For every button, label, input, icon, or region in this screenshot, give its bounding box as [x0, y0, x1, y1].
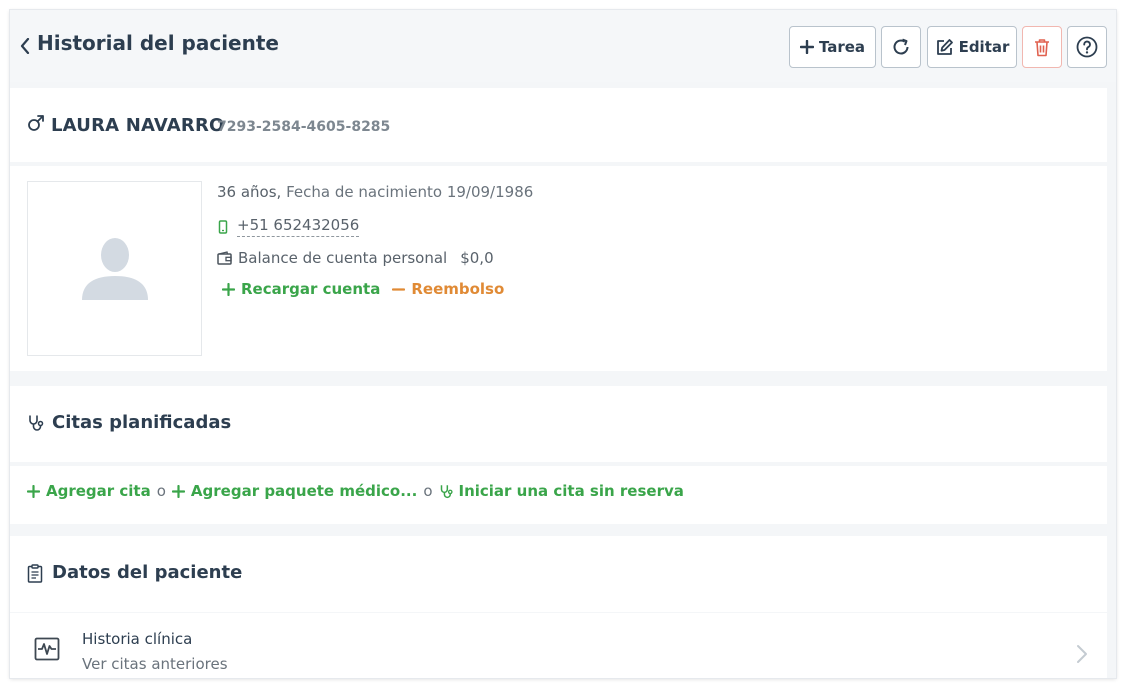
plus-icon [171, 484, 185, 498]
minus-icon [392, 287, 406, 291]
medical-history-subtitle: Ver citas anteriores [82, 655, 228, 673]
patient-name-card: LAURA NAVARRO 7293-2584-4605-8285 [10, 88, 1107, 162]
refund-label: Reembolso [411, 280, 505, 298]
add-appointment-label: Agregar cita [46, 482, 151, 500]
add-task-button[interactable]: Tarea [789, 26, 876, 68]
recharge-account-label: Recargar cuenta [241, 280, 381, 298]
walk-in-appointment-link[interactable]: Iniciar una cita sin reserva [439, 482, 684, 500]
patient-birth-date: Fecha de nacimiento 19/09/1986 [286, 183, 534, 201]
age-birth-line: 36 años, Fecha de nacimiento 19/09/1986 [217, 183, 533, 201]
patient-info-card: 36 años, Fecha de nacimiento 19/09/1986 … [10, 166, 1107, 371]
patient-phone[interactable]: +51 652432056 [237, 216, 360, 237]
patient-name: LAURA NAVARRO [51, 115, 225, 136]
balance-line: Balance de cuenta personal $0,0 [217, 249, 494, 267]
page-header: Historial del paciente Tarea Editar [10, 10, 1116, 82]
delete-button[interactable] [1022, 26, 1062, 68]
back-button[interactable] [18, 36, 32, 56]
balance-value: $0,0 [460, 249, 494, 267]
patient-id: 7293-2584-4605-8285 [217, 119, 391, 135]
mobile-phone-icon [218, 219, 228, 234]
male-gender-icon [28, 115, 44, 131]
refresh-icon [893, 38, 909, 55]
phone-line: +51 652432056 [217, 216, 360, 237]
or-separator: o [423, 482, 433, 500]
wallet-icon [217, 251, 232, 265]
avatar[interactable] [27, 181, 202, 356]
trash-icon [1035, 38, 1049, 56]
help-button[interactable] [1067, 26, 1107, 68]
patient-history-window: Historial del paciente Tarea Editar LAUR… [10, 10, 1116, 678]
recharge-account-button[interactable]: Recargar cuenta [222, 280, 380, 298]
stethoscope-icon [440, 484, 453, 498]
refresh-button[interactable] [881, 26, 921, 68]
medical-history-item[interactable]: Historia clínica Ver citas anteriores [10, 613, 1107, 678]
help-icon [1076, 36, 1098, 58]
balance-actions: Recargar cuenta Reembolso [222, 280, 504, 298]
plus-icon [799, 40, 814, 54]
heart-monitor-icon [34, 637, 60, 661]
medical-history-title: Historia clínica [82, 630, 193, 648]
user-silhouette-icon [81, 237, 148, 300]
clipboard-icon [27, 564, 43, 583]
or-separator: o [156, 482, 166, 500]
add-task-label: Tarea [818, 38, 866, 56]
refund-button[interactable]: Reembolso [392, 280, 504, 298]
plus-icon [222, 282, 235, 296]
chevron-right-icon [1077, 645, 1087, 663]
appointment-actions: Agregar cita o Agregar paquete médico...… [10, 466, 1107, 524]
patient-data-title: Datos del paciente [52, 562, 243, 583]
edit-icon [936, 38, 953, 55]
patient-data-header: Datos del paciente [10, 536, 1107, 612]
chevron-left-icon [20, 38, 30, 54]
balance-label: Balance de cuenta personal [238, 249, 448, 267]
add-medical-package-label: Agregar paquete médico... [190, 482, 418, 500]
patient-age: 36 años, [217, 183, 282, 201]
edit-label: Editar [958, 38, 1010, 56]
walk-in-appointment-label: Iniciar una cita sin reserva [458, 482, 684, 500]
add-appointment-link[interactable]: Agregar cita [27, 482, 151, 500]
add-medical-package-link[interactable]: Agregar paquete médico... [171, 482, 418, 500]
stethoscope-icon [29, 415, 44, 431]
planned-appointments-header: Citas planificadas [10, 386, 1107, 462]
plus-icon [27, 484, 40, 498]
planned-appointments-title: Citas planificadas [52, 412, 232, 433]
edit-button[interactable]: Editar [927, 26, 1017, 68]
page-title: Historial del paciente [37, 31, 279, 55]
